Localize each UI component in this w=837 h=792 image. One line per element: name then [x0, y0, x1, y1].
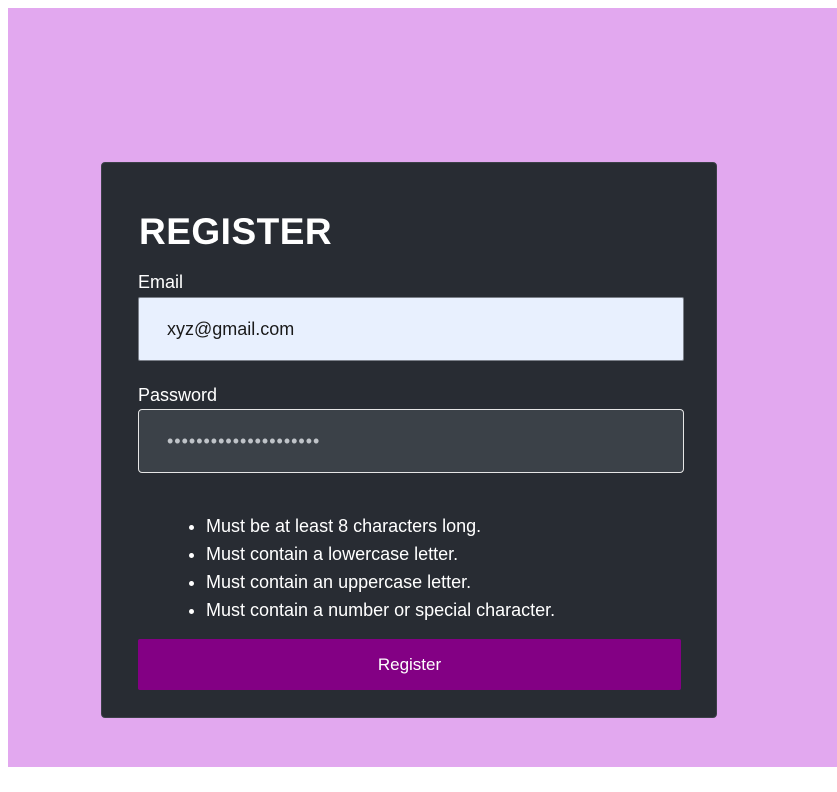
password-label: Password	[138, 385, 218, 405]
password-requirements-list: Must be at least 8 characters long. Must…	[185, 512, 555, 624]
register-card: REGISTER Email Password Must be at least…	[101, 162, 717, 718]
email-field[interactable]	[138, 297, 684, 361]
password-rule-length: Must be at least 8 characters long.	[206, 512, 555, 540]
password-rule-uppercase: Must contain an uppercase letter.	[206, 568, 555, 596]
register-button[interactable]: Register	[138, 639, 681, 690]
page-title: REGISTER	[139, 211, 333, 252]
password-rule-number-special: Must contain a number or special charact…	[206, 596, 555, 624]
password-field[interactable]	[138, 409, 684, 473]
email-label: Email	[138, 272, 184, 292]
password-rule-lowercase: Must contain a lowercase letter.	[206, 540, 555, 568]
